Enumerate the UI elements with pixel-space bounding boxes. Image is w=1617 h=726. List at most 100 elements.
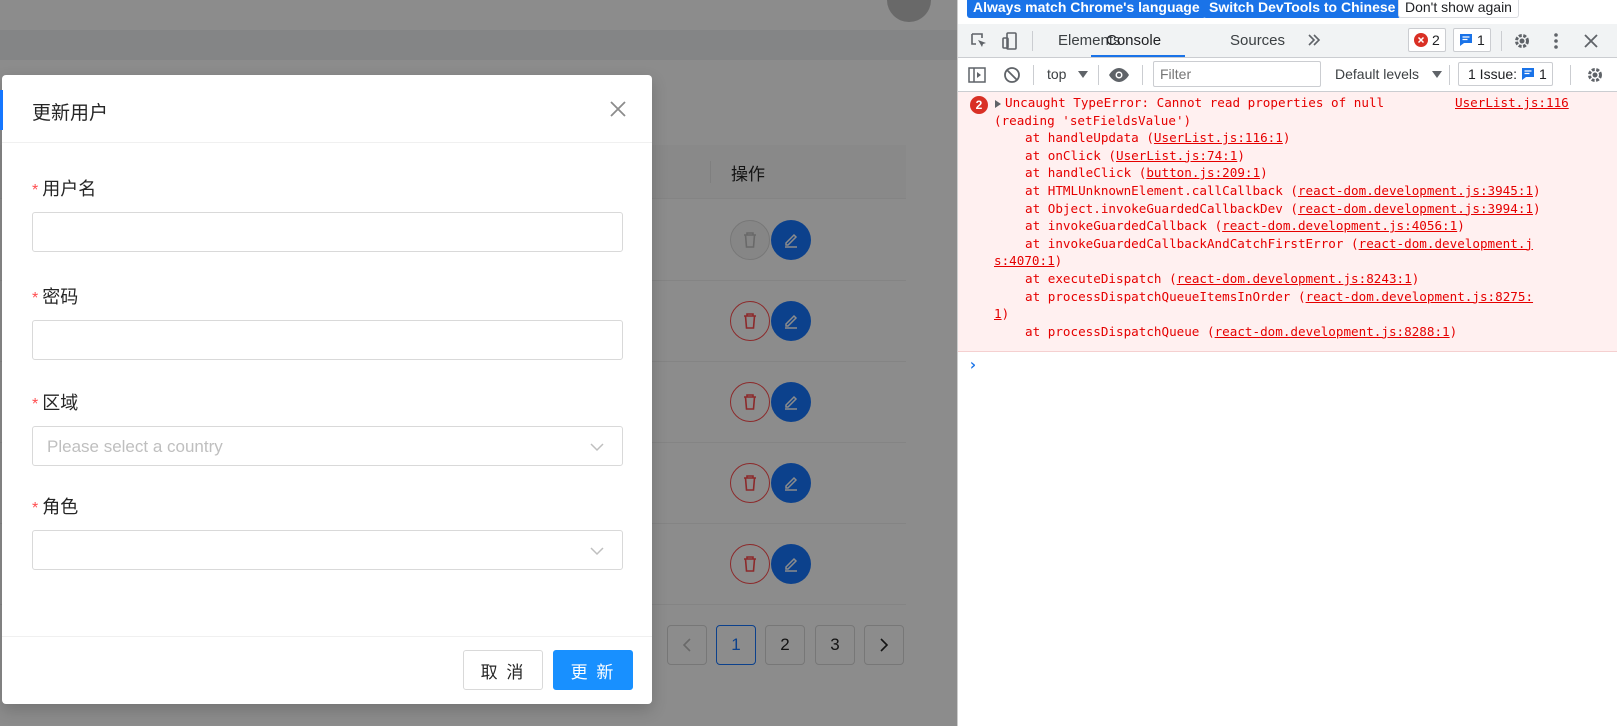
dont-show-again-button[interactable]: Don't show again bbox=[1398, 0, 1519, 18]
stack-link[interactable]: 1 bbox=[994, 306, 1002, 321]
required-mark: * bbox=[32, 396, 39, 413]
error-count-badge[interactable]: 2 bbox=[1408, 28, 1446, 52]
switch-chinese-button[interactable]: Switch DevTools to Chinese bbox=[1203, 0, 1402, 18]
password-label: * 密码 bbox=[32, 283, 78, 309]
stack-function: handleUpdata bbox=[1047, 130, 1139, 146]
stack-function: handleClick bbox=[1047, 165, 1132, 181]
stack-function: onClick bbox=[1047, 147, 1101, 163]
stack-function: processDispatchQueueItemsInOrder bbox=[1047, 288, 1291, 304]
more-tabs-icon[interactable] bbox=[1303, 29, 1325, 51]
stack-frame-continuation: s:4070:1) bbox=[994, 253, 1063, 269]
issue-message-icon bbox=[1522, 68, 1535, 80]
role-select[interactable] bbox=[32, 530, 623, 570]
stack-link[interactable]: UserList.js:74:1 bbox=[1116, 148, 1237, 163]
stack-frame: at Object.invokeGuardedCallbackDev (reac… bbox=[1025, 200, 1541, 216]
toolbar-divider bbox=[1570, 65, 1571, 85]
stack-link[interactable]: react-dom.development.j bbox=[1359, 236, 1533, 251]
stack-link[interactable]: s:4070:1 bbox=[994, 253, 1055, 268]
toolbar-divider bbox=[1449, 65, 1450, 85]
clear-console-icon[interactable] bbox=[1001, 64, 1023, 86]
issues-badge[interactable]: 1 Issue: 1 bbox=[1458, 62, 1553, 86]
active-tab-indicator bbox=[1091, 55, 1185, 57]
stack-link[interactable]: react-dom.development.js:8243:1 bbox=[1177, 271, 1412, 286]
chevron-down-icon bbox=[590, 443, 604, 452]
device-toolbar-icon[interactable] bbox=[999, 30, 1021, 52]
stack-function: invokeGuardedCallback bbox=[1047, 218, 1207, 234]
stack-function: executeDispatch bbox=[1047, 271, 1162, 286]
close-button[interactable] bbox=[606, 97, 630, 121]
stack-link[interactable]: react-dom.development.js:3994:1 bbox=[1298, 201, 1533, 216]
modal-title: 更新用户 bbox=[32, 103, 109, 124]
toolbar-divider bbox=[1142, 65, 1143, 85]
console-filterbar: top Default levels 1 Issue: 1 bbox=[958, 58, 1617, 92]
filter-input[interactable] bbox=[1153, 61, 1321, 87]
settings-gear-icon[interactable] bbox=[1511, 30, 1533, 52]
error-repeat-count: 2 bbox=[970, 96, 988, 114]
console-settings-gear-icon[interactable] bbox=[1584, 64, 1606, 86]
stack-frame-continuation: 1) bbox=[994, 306, 1010, 322]
stack-frame: at processDispatchQueueItemsInOrder (rea… bbox=[1025, 288, 1534, 304]
stack-link[interactable]: button.js:209:1 bbox=[1146, 165, 1260, 180]
update-button[interactable]: 更 新 bbox=[553, 650, 633, 690]
toolbar-divider bbox=[1033, 65, 1034, 85]
message-icon bbox=[1460, 34, 1472, 46]
stack-frame: at processDispatchQueue (react-dom.devel… bbox=[1025, 323, 1458, 339]
issues-count: 1 bbox=[1539, 66, 1547, 82]
log-levels-select[interactable]: Default levels bbox=[1335, 66, 1419, 82]
devtools-tabbar: Elements Console Sources 2 1 bbox=[958, 24, 1617, 58]
stack-function: HTMLUnknownElement.callCallback bbox=[1047, 183, 1283, 198]
region-placeholder: Please select a country bbox=[47, 437, 223, 456]
console-prompt[interactable]: › bbox=[968, 355, 978, 374]
role-label: * 角色 bbox=[32, 493, 78, 519]
region-select[interactable]: Please select a country bbox=[32, 426, 623, 466]
stack-frame: at invokeGuardedCallback (react-dom.deve… bbox=[1025, 218, 1465, 234]
devtools-panel: Always match Chrome's language Switch De… bbox=[957, 0, 1617, 726]
modal-header: 更新用户 bbox=[2, 75, 652, 143]
password-input[interactable] bbox=[32, 320, 623, 360]
kebab-menu-icon[interactable] bbox=[1545, 30, 1567, 52]
tab-console[interactable]: Console bbox=[1106, 32, 1161, 49]
inspect-element-icon[interactable] bbox=[968, 30, 990, 52]
issues-label: 1 Issue: bbox=[1468, 66, 1518, 82]
language-infobar: Always match Chrome's language Switch De… bbox=[958, 0, 1617, 24]
chevron-down-icon bbox=[590, 547, 604, 556]
sidebar-toggle-icon[interactable] bbox=[966, 64, 988, 86]
region-label-text: 区域 bbox=[42, 393, 79, 413]
stack-frame: at onClick (UserList.js:74:1) bbox=[1025, 147, 1245, 163]
required-mark: * bbox=[32, 182, 39, 199]
username-label-text: 用户名 bbox=[42, 179, 97, 199]
toolbar-divider bbox=[1032, 31, 1033, 51]
message-count-badge[interactable]: 1 bbox=[1453, 28, 1491, 52]
error-count: 2 bbox=[1432, 32, 1440, 48]
stack-frame: at handleClick (button.js:209:1) bbox=[1025, 165, 1268, 181]
error-text-continuation: (reading 'setFieldsValue') bbox=[994, 112, 1192, 128]
error-source-link[interactable]: UserList.js:116 bbox=[1455, 95, 1569, 110]
password-label-text: 密码 bbox=[42, 287, 79, 307]
live-expression-eye-icon[interactable] bbox=[1108, 64, 1130, 86]
stack-link[interactable]: UserList.js:116:1 bbox=[1154, 130, 1283, 145]
console-error-message: 2 Uncaught TypeError: Cannot read proper… bbox=[958, 92, 1617, 352]
caret-down-icon bbox=[1432, 71, 1442, 78]
context-select[interactable]: top bbox=[1047, 66, 1066, 82]
stack-link[interactable]: react-dom.development.js:8288:1 bbox=[1215, 324, 1450, 339]
tab-sources[interactable]: Sources bbox=[1230, 32, 1285, 49]
required-mark: * bbox=[32, 290, 39, 307]
message-count: 1 bbox=[1477, 32, 1485, 48]
close-devtools-icon[interactable] bbox=[1580, 30, 1602, 52]
stack-link[interactable]: react-dom.development.js:4056:1 bbox=[1222, 218, 1457, 233]
stack-function: invokeGuardedCallbackAndCatchFirstError bbox=[1047, 235, 1344, 251]
username-input[interactable] bbox=[32, 212, 623, 252]
stack-frame: at handleUpdata (UserList.js:116:1) bbox=[1025, 130, 1291, 146]
region-label: * 区域 bbox=[32, 389, 78, 415]
toolbar-divider bbox=[1501, 31, 1502, 51]
caret-down-icon bbox=[1078, 71, 1088, 78]
stack-link[interactable]: react-dom.development.js:3945:1 bbox=[1298, 183, 1533, 198]
expand-triangle-icon[interactable] bbox=[995, 100, 1001, 108]
error-icon bbox=[1414, 33, 1428, 47]
stack-frame: at HTMLUnknownElement.callCallback (reac… bbox=[1025, 183, 1541, 198]
stack-function: processDispatchQueue bbox=[1047, 323, 1200, 339]
cancel-button[interactable]: 取 消 bbox=[463, 650, 543, 690]
stack-function: Object.invokeGuardedCallbackDev bbox=[1047, 200, 1283, 216]
match-language-button[interactable]: Always match Chrome's language bbox=[967, 0, 1206, 18]
stack-link[interactable]: react-dom.development.js:8275: bbox=[1306, 289, 1533, 304]
